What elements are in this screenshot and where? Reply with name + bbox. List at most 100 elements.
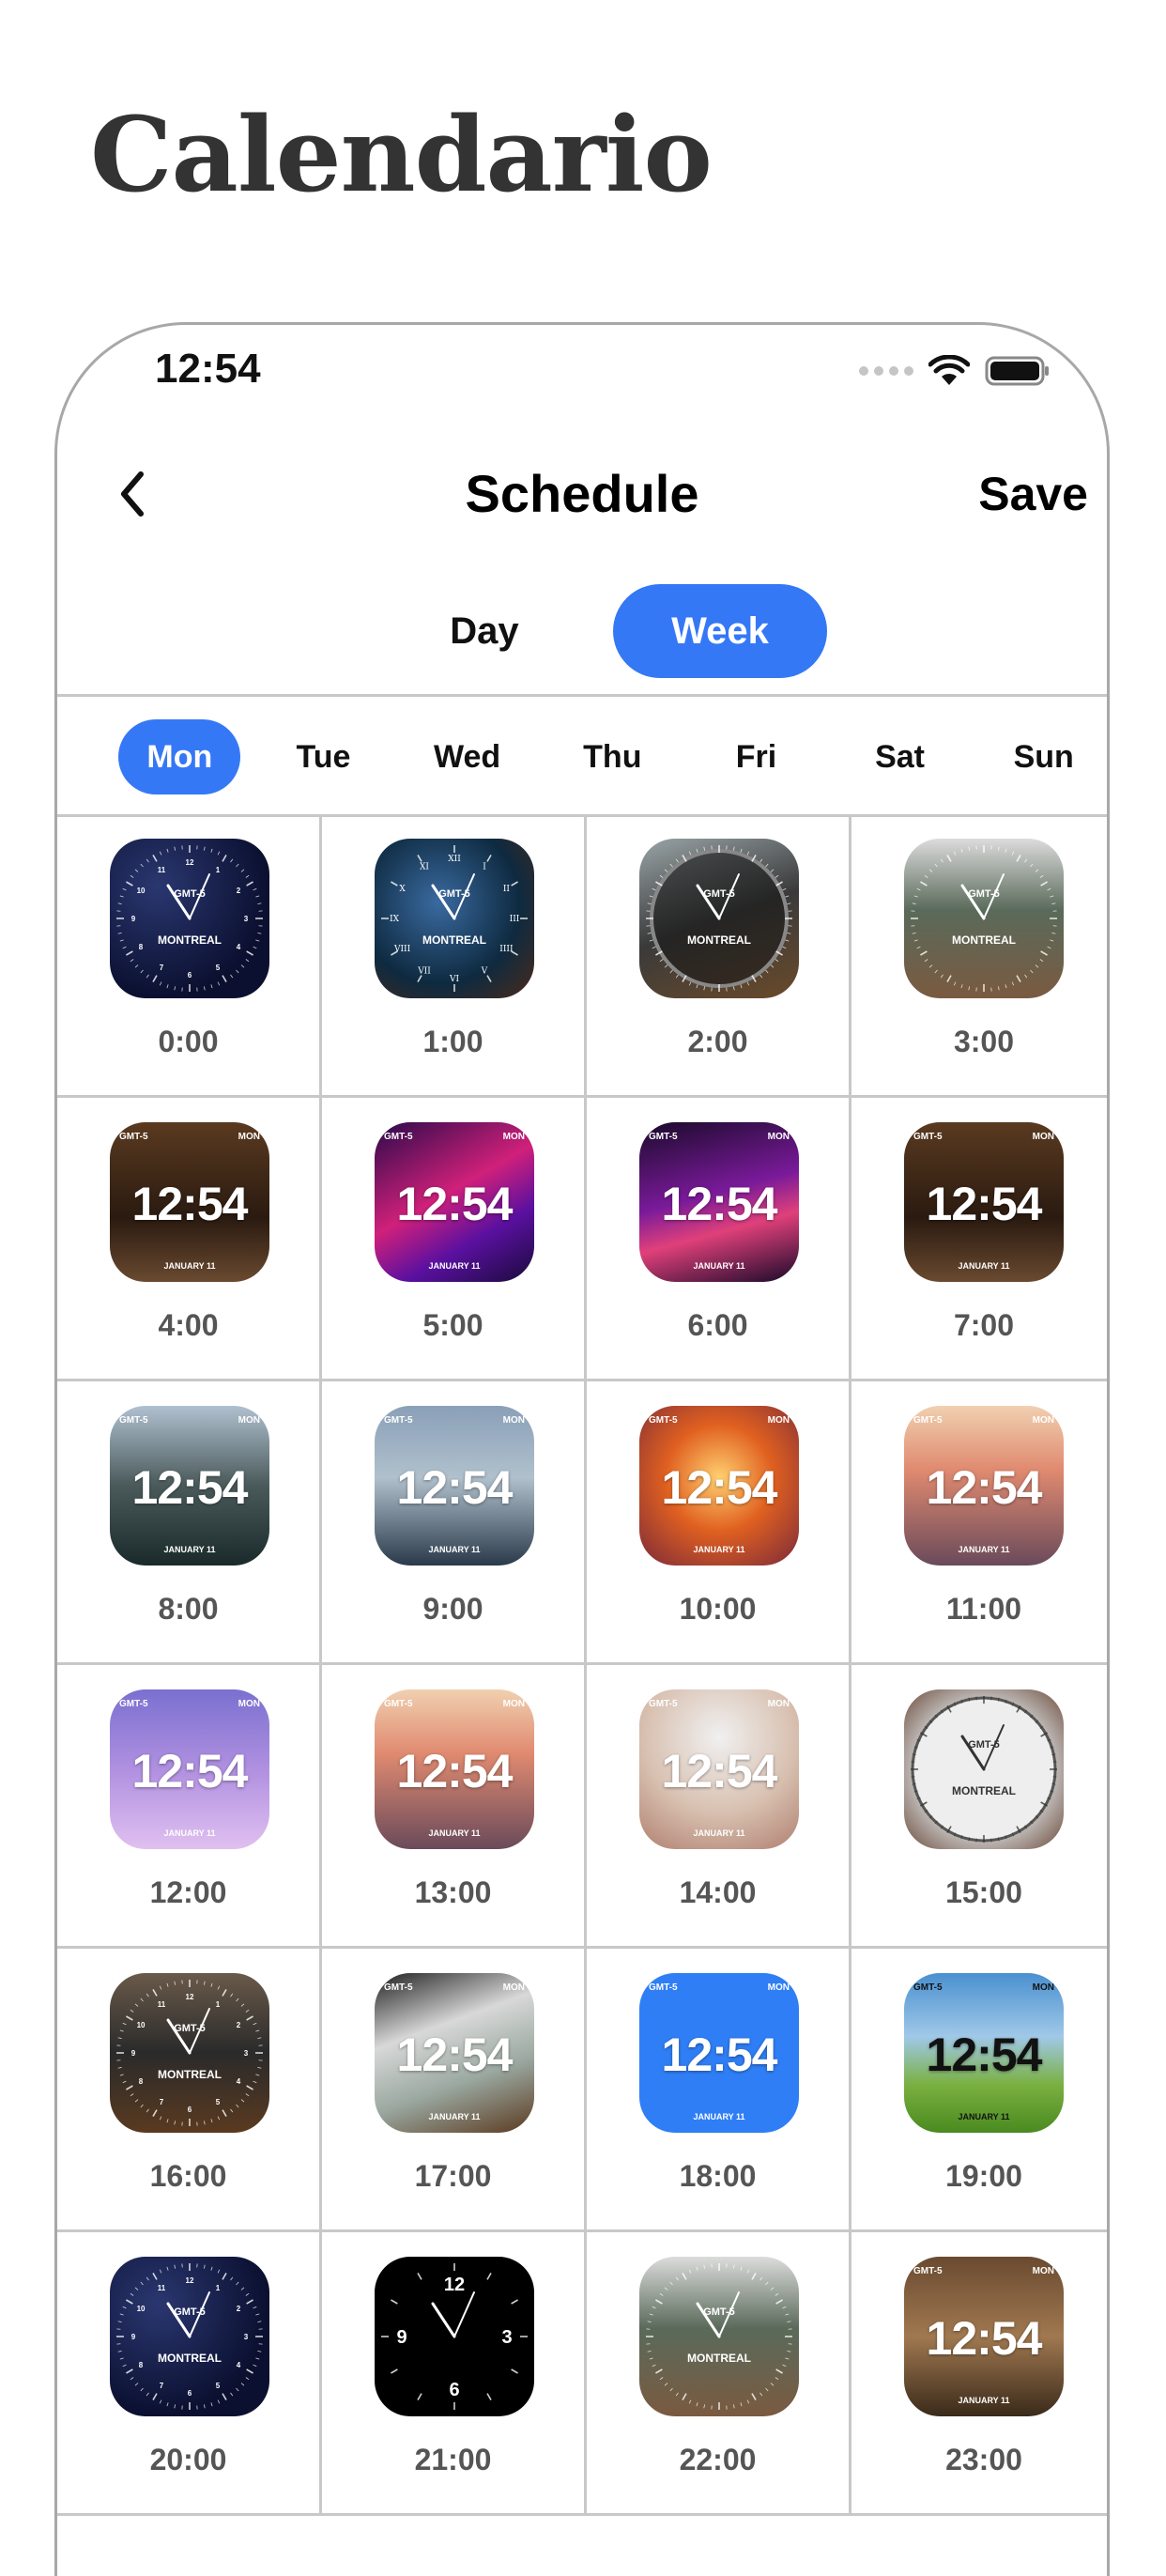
slot-time-label: 17:00 — [322, 2159, 584, 2194]
watch-face-thumbnail[interactable]: 36912 — [375, 2257, 534, 2416]
watch-face-thumbnail[interactable]: GMT-5 MON 12:54 JANUARY 11 — [904, 2257, 1064, 2416]
segment-week[interactable]: Week — [613, 584, 827, 678]
timezone-label: GMT-5 — [119, 1415, 148, 1426]
schedule-slot[interactable]: GMT-5 MON 12:54 JANUARY 1114:00 — [587, 1665, 851, 1949]
day-selector: Mon Tue Wed Thu Fri Sat Sun — [57, 694, 1107, 817]
schedule-slot[interactable]: GMT-5 MON 12:54 JANUARY 116:00 — [587, 1098, 851, 1381]
clock-time: 12:54 — [110, 1177, 269, 1231]
schedule-slot[interactable]: GMT-5MONTREAL 15:00 — [851, 1665, 1110, 1949]
svg-text:10: 10 — [137, 887, 146, 895]
watch-face-thumbnail[interactable]: 123456789101112GMT-5MONTREAL — [110, 2257, 269, 2416]
watch-face-thumbnail[interactable]: GMT-5 MON 12:54 JANUARY 11 — [639, 1689, 799, 1849]
watch-face-thumbnail[interactable]: GMT-5 MON 12:54 JANUARY 11 — [639, 1406, 799, 1566]
schedule-slot[interactable]: GMT-5 MON 12:54 JANUARY 1118:00 — [587, 1949, 851, 2232]
schedule-slot[interactable]: GMT-5 MON 12:54 JANUARY 11 17:00 — [322, 1949, 587, 2232]
svg-text:12: 12 — [444, 2275, 465, 2295]
svg-text:3: 3 — [244, 2333, 249, 2341]
watch-face-thumbnail[interactable]: GMT-5 MON 12:54 JANUARY 11 — [375, 1406, 534, 1566]
timezone-label: GMT-5 — [913, 1982, 943, 1993]
schedule-slot[interactable]: 36912 21:00 — [322, 2232, 587, 2516]
watch-face-thumbnail[interactable]: GMT-5 MON 12:54 JANUARY 11 — [904, 1122, 1064, 1282]
watch-face-thumbnail[interactable]: GMT-5 MON 12:54 JANUARY 11 — [375, 1689, 534, 1849]
schedule-slot[interactable]: GMT-5MONTREAL 3:00 — [851, 814, 1110, 1098]
clock-date: JANUARY 11 — [110, 1261, 269, 1271]
day-tab-wed[interactable]: Wed — [407, 719, 529, 794]
day-tab-fri[interactable]: Fri — [695, 719, 817, 794]
schedule-slot[interactable]: GMT-5MONTREAL 2:00 — [587, 814, 851, 1098]
clock-time: 12:54 — [904, 2311, 1064, 2366]
watch-face-thumbnail[interactable]: GMT-5 MON 12:54 JANUARY 11 — [639, 1122, 799, 1282]
watch-face-thumbnail[interactable]: GMT-5 MON 12:54 JANUARY 11 — [110, 1122, 269, 1282]
svg-text:4: 4 — [237, 2361, 241, 2369]
day-tab-sat[interactable]: Sat — [839, 719, 961, 794]
svg-text:11: 11 — [158, 2284, 166, 2292]
timezone-label: GMT-5 — [913, 1415, 943, 1426]
weekday-label: MON — [768, 1982, 790, 1993]
segment-day[interactable]: Day — [386, 584, 583, 678]
schedule-slot[interactable]: GMT-5 MON 12:54 JANUARY 119:00 — [322, 1381, 587, 1665]
svg-text:MONTREAL: MONTREAL — [952, 1784, 1016, 1797]
svg-text:6: 6 — [188, 2106, 192, 2114]
watch-face-thumbnail[interactable]: XIIIIIIIIIIIIVVIVIIVIIIIXXXIGMT-5MONTREA… — [375, 839, 534, 998]
schedule-slot[interactable]: GMT-5MONTREAL 22:00 — [587, 2232, 851, 2516]
schedule-slot[interactable]: GMT-5 MON 12:54 JANUARY 117:00 — [851, 1098, 1110, 1381]
schedule-slot[interactable]: GMT-5 MON 12:54 JANUARY 1112:00 — [57, 1665, 322, 1949]
day-tab-sun[interactable]: Sun — [983, 719, 1105, 794]
clock-date: JANUARY 11 — [375, 2112, 534, 2121]
svg-text:IIII: IIII — [499, 945, 514, 954]
day-tab-tue[interactable]: Tue — [262, 719, 384, 794]
schedule-slot[interactable]: GMT-5 MON 12:54 JANUARY 1113:00 — [322, 1665, 587, 1949]
watch-face-thumbnail[interactable]: GMT-5 MON 12:54 JANUARY 11 — [639, 1973, 799, 2133]
schedule-slot[interactable]: GMT-5 MON 12:54 JANUARY 115:00 — [322, 1098, 587, 1381]
svg-text:8: 8 — [139, 2077, 144, 2086]
svg-text:III: III — [510, 915, 520, 924]
watch-face-thumbnail[interactable]: GMT-5 MON 12:54 JANUARY 11 — [110, 1689, 269, 1849]
schedule-slot[interactable]: 123456789101112GMT-5MONTREAL 0:00 — [57, 814, 322, 1098]
schedule-slot[interactable]: GMT-5 MON 12:54 JANUARY 1111:00 — [851, 1381, 1110, 1665]
watch-face-thumbnail[interactable]: GMT-5MONTREAL — [639, 2257, 799, 2416]
svg-text:I: I — [483, 863, 486, 872]
svg-text:12: 12 — [186, 858, 194, 867]
watch-face-thumbnail[interactable]: GMT-5MONTREAL — [639, 839, 799, 998]
schedule-slot[interactable]: XIIIIIIIIIIIIVVIVIIVIIIIXXXIGMT-5MONTREA… — [322, 814, 587, 1098]
svg-text:MONTREAL: MONTREAL — [158, 933, 222, 947]
clock-date: JANUARY 11 — [375, 1261, 534, 1271]
digital-clock-face: GMT-5 MON 12:54 JANUARY 11 — [639, 1689, 799, 1849]
schedule-slot[interactable]: GMT-5 MON 12:54 JANUARY 11 4:00 — [57, 1098, 322, 1381]
watch-face-thumbnail[interactable]: 123456789101112GMT-5MONTREAL — [110, 1973, 269, 2133]
slot-time-label: 4:00 — [57, 1308, 319, 1343]
digital-clock-face: GMT-5 MON 12:54 JANUARY 11 — [639, 1406, 799, 1566]
clock-time: 12:54 — [904, 2028, 1064, 2082]
watch-face-thumbnail[interactable]: GMT-5MONTREAL — [904, 1689, 1064, 1849]
schedule-slot[interactable]: GMT-5 MON 12:54 JANUARY 1110:00 — [587, 1381, 851, 1665]
watch-face-thumbnail[interactable]: 123456789101112GMT-5MONTREAL — [110, 839, 269, 998]
slot-time-label: 1:00 — [322, 1025, 584, 1059]
battery-icon — [985, 355, 1051, 387]
watch-face-thumbnail[interactable]: GMT-5 MON 12:54 JANUARY 11 — [375, 1973, 534, 2133]
weekday-label: MON — [503, 1699, 525, 1709]
slot-time-label: 20:00 — [57, 2443, 319, 2477]
watch-face-thumbnail[interactable]: GMT-5 MON 12:54 JANUARY 11 — [904, 1973, 1064, 2133]
day-tab-mon[interactable]: Mon — [118, 719, 240, 794]
watch-face-thumbnail[interactable]: GMT-5 MON 12:54 JANUARY 11 — [110, 1406, 269, 1566]
watch-face-thumbnail[interactable]: GMT-5 MON 12:54 JANUARY 11 — [904, 1406, 1064, 1566]
slot-time-label: 0:00 — [57, 1025, 319, 1059]
day-tab-thu[interactable]: Thu — [551, 719, 673, 794]
schedule-slot[interactable]: GMT-5 MON 12:54 JANUARY 1123:00 — [851, 2232, 1110, 2516]
weekday-label: MON — [238, 1699, 260, 1709]
digital-clock-face: GMT-5 MON 12:54 JANUARY 11 — [110, 1406, 269, 1566]
digital-clock-face: GMT-5 MON 12:54 JANUARY 11 — [375, 1973, 534, 2133]
schedule-slot[interactable]: 123456789101112GMT-5MONTREAL 20:00 — [57, 2232, 322, 2516]
weekday-label: MON — [503, 1132, 525, 1142]
watch-face-thumbnail[interactable]: GMT-5 MON 12:54 JANUARY 11 — [375, 1122, 534, 1282]
save-button[interactable]: Save — [978, 456, 1088, 532]
view-segmented-control: Day Week — [57, 584, 1107, 678]
svg-text:II: II — [503, 885, 511, 894]
schedule-slot[interactable]: GMT-5 MON 12:54 JANUARY 1119:00 — [851, 1949, 1110, 2232]
clock-time: 12:54 — [639, 1744, 799, 1798]
svg-text:10: 10 — [137, 2305, 146, 2313]
schedule-slot[interactable]: 123456789101112GMT-5MONTREAL 16:00 — [57, 1949, 322, 2232]
analog-clock-face: GMT-5MONTREAL — [904, 839, 1064, 998]
schedule-slot[interactable]: GMT-5 MON 12:54 JANUARY 118:00 — [57, 1381, 322, 1665]
watch-face-thumbnail[interactable]: GMT-5MONTREAL — [904, 839, 1064, 998]
